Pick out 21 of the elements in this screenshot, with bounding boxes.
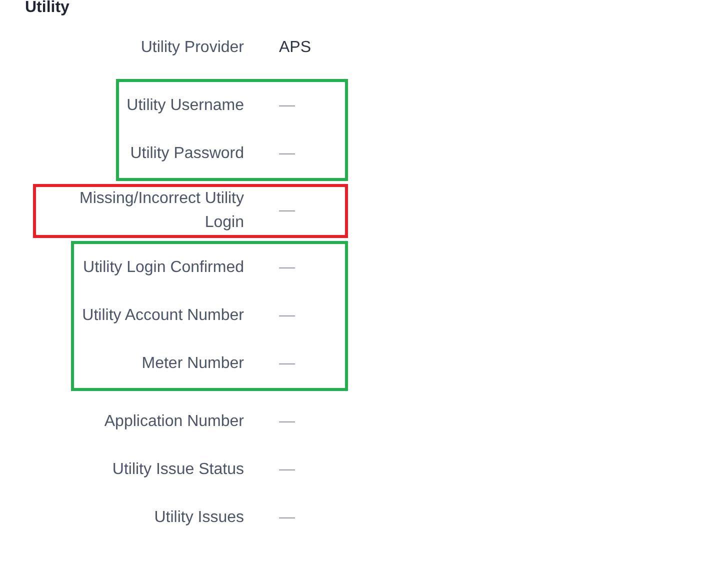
field-label: Meter Number [142, 354, 244, 374]
field-label: Utility Username [126, 96, 244, 116]
field-value: — [279, 97, 296, 115]
field-value: — [279, 145, 296, 163]
field-value: — [279, 461, 296, 479]
field-label: Utility Account Number [82, 306, 244, 326]
field-value: — [279, 307, 296, 325]
field-label: Utility Provider [140, 38, 244, 58]
field-label: Utility Issues [154, 508, 244, 528]
field-label: Application Number [104, 412, 244, 432]
field-label: Missing/Incorrect Utility Login [78, 189, 244, 233]
field-value: — [279, 413, 296, 431]
field-value: APS [279, 39, 312, 57]
field-value: — [279, 355, 296, 373]
section-title: Utility [25, 0, 70, 16]
field-value: — [279, 509, 296, 527]
field-label: Utility Issue Status [112, 460, 244, 480]
field-value: — [279, 202, 296, 220]
field-label: Utility Password [130, 144, 244, 164]
field-label: Utility Login Confirmed [83, 258, 244, 278]
field-value: — [279, 259, 296, 277]
